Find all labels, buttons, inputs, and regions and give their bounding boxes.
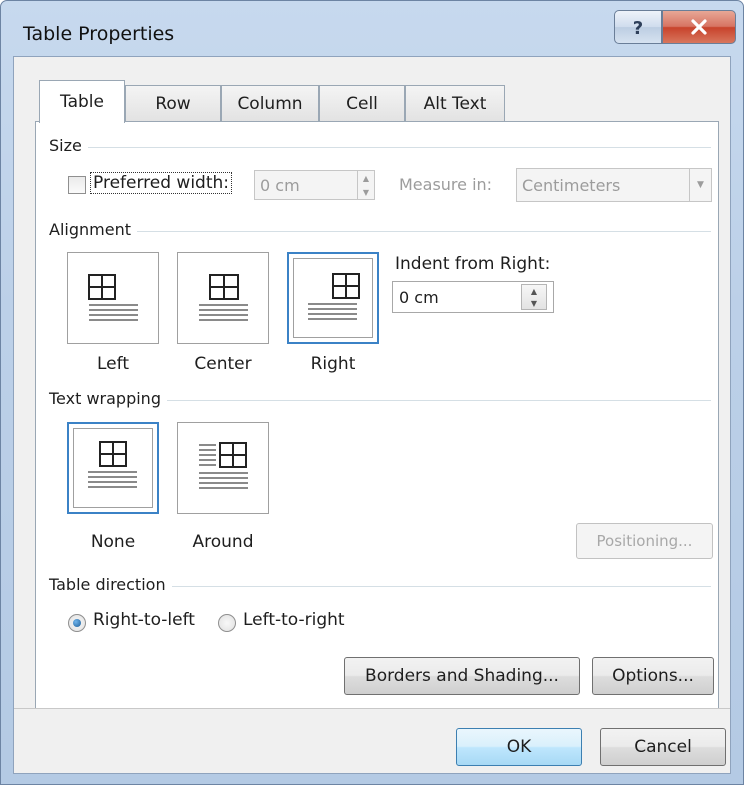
wrap-none-icon [88,441,137,488]
wrap-around-option[interactable] [177,422,269,514]
svg-text:?: ? [633,18,643,38]
footer-divider [14,708,730,709]
measure-in-select[interactable]: Centimeters [516,168,712,202]
window-title: Table Properties [23,23,175,45]
tab-row[interactable]: Row [125,85,221,122]
tab-column-label: Column [237,94,303,114]
table-align-center-icon [199,274,248,321]
tab-row-label: Row [155,94,191,114]
help-button[interactable]: ? [614,10,662,44]
indent-spinner[interactable]: ▲ ▼ [521,284,547,310]
ok-button[interactable]: OK [456,728,582,766]
radio-right-to-left-label: Right-to-left [93,610,195,630]
borders-and-shading-button[interactable]: Borders and Shading... [344,657,580,695]
size-group-line [51,147,711,148]
spin-down-icon[interactable]: ▼ [358,185,374,199]
text-wrapping-group-label: Text wrapping [49,389,167,408]
tab-alt-text-label: Alt Text [423,94,487,114]
table-direction-group-label: Table direction [49,575,172,594]
tab-cell[interactable]: Cell [319,85,405,122]
alignment-group-line [51,231,711,232]
alignment-group-label: Alignment [49,220,137,239]
options-button[interactable]: Options... [592,657,714,695]
indent-spin-down-icon[interactable]: ▼ [522,297,546,309]
size-group-label: Size [49,136,88,155]
table-align-right-icon [308,273,360,320]
width-input-value: 0 cm [260,175,300,195]
positioning-button[interactable]: Positioning... [576,523,713,559]
cancel-button[interactable]: Cancel [600,728,726,766]
spin-up-icon[interactable]: ▲ [358,171,374,185]
table-align-left-icon [88,274,138,321]
close-button[interactable] [662,10,736,44]
wrap-around-icon [199,442,248,489]
preferred-width-label: Preferred width: [90,172,233,194]
wrap-around-label: Around [192,532,254,552]
measure-in-value: Centimeters [522,175,621,195]
align-left-label: Left [97,354,129,374]
align-right-label: Right [310,354,356,374]
indent-input-value: 0 cm [399,287,439,307]
close-icon [691,19,707,35]
tab-table-label: Table [60,92,104,112]
wrap-none-option[interactable] [67,422,159,514]
radio-left-to-right-label: Left-to-right [243,610,345,630]
indent-spin-up-icon[interactable]: ▲ [522,285,546,297]
measure-in-label: Measure in: [399,175,493,194]
preferred-width-checkbox[interactable] [68,176,86,194]
align-right-option[interactable] [287,252,379,344]
width-spinner[interactable]: ▲ ▼ [357,171,374,199]
table-properties-dialog: Table Properties ? Table Row Column Cell… [0,0,744,785]
radio-right-to-left[interactable] [68,614,86,632]
tab-alt-text[interactable]: Alt Text [405,85,505,122]
align-left-option[interactable] [67,252,159,344]
chevron-down-icon[interactable]: ▼ [689,169,711,201]
wrap-none-label: None [90,532,136,552]
radio-left-to-right[interactable] [218,614,236,632]
help-icon: ? [633,18,643,38]
tab-table[interactable]: Table [39,80,125,123]
align-center-option[interactable] [177,252,269,344]
tab-cell-label: Cell [346,94,378,114]
align-center-label: Center [194,354,252,374]
tab-column[interactable]: Column [221,85,319,122]
indent-from-right-label: Indent from Right: [395,254,551,274]
